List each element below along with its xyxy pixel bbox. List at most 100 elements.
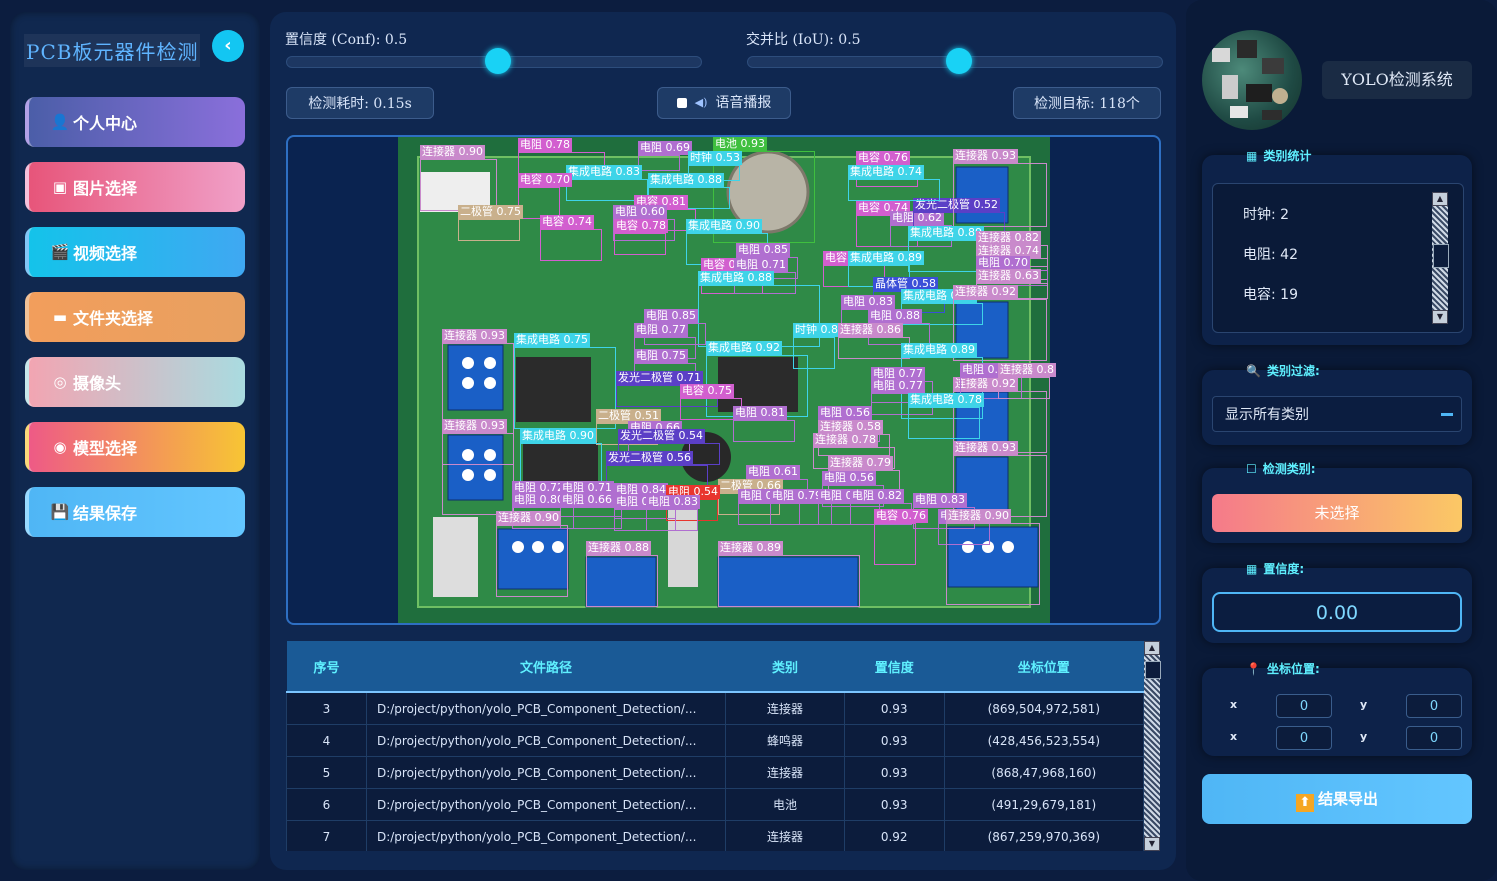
table-row[interactable]: 5 D:/project/python/yolo_PCB_Component_De… [286,756,1145,789]
voice-toggle[interactable]: ◀) 语音播报 [657,87,791,119]
filter-card: 🔍 类别过滤: 显示所有类别 [1202,364,1472,445]
detection-label: 集成电路 0.74 [848,165,924,179]
detection-box: 连接器 0.90 [946,509,1040,605]
floppy-icon: 💾 [50,503,70,521]
detection-box: 连接器 0.86 [838,323,910,359]
filter-title-row: 🔍 类别过滤: [1246,362,1320,379]
nav-item-3[interactable]: ▬ 文件夹选择 [25,292,245,342]
detection-label: 集成电路 0.83 [566,165,642,179]
confidence-title-row: ▦ 置信度: [1246,560,1304,577]
nav-item-5[interactable]: ◉ 模型选择 [25,422,245,472]
table-cell: D:/project/python/yolo_PCB_Component_Det… [365,691,727,725]
detection-label: 连接器 0.93 [953,149,1018,163]
table-cell: (867,259,970,369) [943,820,1145,851]
detection-label: 电阻 0.69 [638,141,692,155]
detection-label: 连接器 0.93 [953,441,1018,455]
table-scrollbar[interactable]: ▲ ▼ [1144,641,1161,851]
detection-label: 电池 0.93 [713,137,767,151]
coord-x-field[interactable]: 0 [1276,726,1332,750]
detection-label: 电阻 0.83 [913,493,967,507]
table-row[interactable]: 6 D:/project/python/yolo_PCB_Component_De… [286,788,1145,821]
nav-item-1[interactable]: ▣ 图片选择 [25,162,245,212]
checkbox[interactable] [676,98,687,108]
nav-item-2[interactable]: 🎬 视频选择 [25,227,245,277]
dropdown-icon [1441,413,1453,416]
iou-slider-thumb[interactable] [946,48,972,74]
upload-icon: ⬆ [1295,794,1314,812]
scroll-up-arrow-icon[interactable]: ▲ [1144,641,1160,655]
detection-label: 电阻 0.82 [850,489,904,503]
target-count: 检测目标: 118个 [1013,87,1161,119]
iou-slider[interactable] [747,48,1163,74]
scroll-thumb[interactable] [1145,661,1161,679]
table-header-4: 坐标位置 [944,641,1144,693]
scroll-down-arrow-icon[interactable]: ▼ [1144,837,1160,851]
detection-label: 连接器 0.90 [946,509,1011,523]
table-cell: D:/project/python/yolo_PCB_Component_Det… [365,756,727,789]
detection-label: 电阻 0.77 [871,379,925,393]
nav-item-label: 个人中心 [73,114,138,133]
robot-icon: ◉ [53,438,67,456]
conf-slider[interactable] [286,48,702,74]
detection-label: 电阻 0.78 [518,138,572,152]
target-select-button[interactable]: 未选择 [1212,494,1462,532]
table-cell: 0.93 [843,724,945,757]
detection-label: 电阻 0.66 [560,493,614,507]
detection-label: 集成电路 0.75 [514,333,590,347]
stats-scrollbar[interactable]: ▲ ▼ [1432,192,1449,324]
coord-y-field[interactable]: 0 [1406,694,1462,718]
table-cell: 0.93 [843,788,945,821]
detection-label: 电阻 0.77 [634,323,688,337]
voice-label: 语音播报 [715,95,772,111]
scroll-up-arrow-icon[interactable]: ▲ [1432,192,1448,206]
app-title: PCB板元器件检测 [24,34,201,67]
stats-title-row: ▦ 类别统计 [1246,147,1311,164]
confidence-card: ▦ 置信度: 0.00 [1202,562,1472,643]
nav-item-4[interactable]: ◎ 摄像头 [25,357,245,407]
detection-label: 发光二极管 0.54 [618,429,705,443]
table-cell: 5 [286,756,367,789]
detection-label: 连接器 0.79 [828,456,893,470]
scroll-thumb[interactable] [1433,244,1449,268]
detection-label: 集成电路 0.88 [698,271,774,285]
table-cell: (869,504,972,581) [943,691,1145,725]
table-header-0: 序号 [286,641,367,693]
chevron-left-icon[interactable]: ‹ [212,30,244,62]
detection-label: 连接器 0.63 [976,269,1041,283]
detection-label: 连接器 0.86 [838,323,903,337]
image-icon: ▣ [52,178,68,196]
folder-icon: ▬ [52,308,68,326]
detection-label: 电阻 0.81 [733,406,787,420]
stats-list: 时钟: 2 电阻: 42 电容: 19 ▲ ▼ [1212,183,1464,333]
table-cell: 3 [286,691,367,725]
conf-slider-thumb[interactable] [485,48,511,74]
category-filter-select[interactable]: 显示所有类别 [1212,396,1462,432]
detection-label: 电阻 0.75 [634,349,688,363]
coord-x-field[interactable]: 0 [1276,694,1332,718]
detection-label: 电阻 0.56 [822,471,876,485]
app-logo [1202,30,1302,130]
detection-label: 时钟 0.53 [688,151,742,165]
stats-item: 电阻: 42 [1243,247,1298,263]
user-icon: 👤 [50,113,70,131]
coord-card: 📍 坐标位置: x 0 y 0 x 0 y 0 [1202,662,1472,756]
scroll-down-arrow-icon[interactable]: ▼ [1432,310,1448,324]
table-cell: (868,47,968,160) [943,756,1145,789]
system-name: YOLO检测系统 [1322,61,1472,99]
detection-image-frame: 连接器 0.90 电阻 0.78 电池 0.93 电阻 0.69 时钟 0.53 集成电路… [286,135,1161,625]
table-row[interactable]: 4 D:/project/python/yolo_PCB_Component_De… [286,724,1145,757]
table-row[interactable]: 3 D:/project/python/yolo_PCB_Component_De… [286,691,1145,725]
table-cell: 连接器 [725,756,845,789]
detection-label: 电阻 0.88 [868,309,922,323]
detection-label: 连接器 0.93 [442,419,507,433]
nav-item-0[interactable]: 👤 个人中心 [25,97,245,147]
sidebar: PCB板元器件检测 ‹ 👤 个人中心 ▣ 图片选择 🎬 视频选择 ▬ 文件夹选择 ◎ 摄像头 ◉ 模型… [10,12,260,870]
detection-box: 连接器 0.93 [442,419,514,515]
nav-item-6[interactable]: 💾 结果保存 [25,487,245,537]
detection-label: 连接器 0.88 [586,541,651,555]
detection-label: 集成电路 0.89 [848,251,924,265]
table-row[interactable]: 7 D:/project/python/yolo_PCB_Component_De… [286,820,1145,851]
table-cell: 连接器 [725,691,845,725]
export-button[interactable]: ⬆ 结果导出 [1202,774,1472,824]
coord-y-field[interactable]: 0 [1406,726,1462,750]
